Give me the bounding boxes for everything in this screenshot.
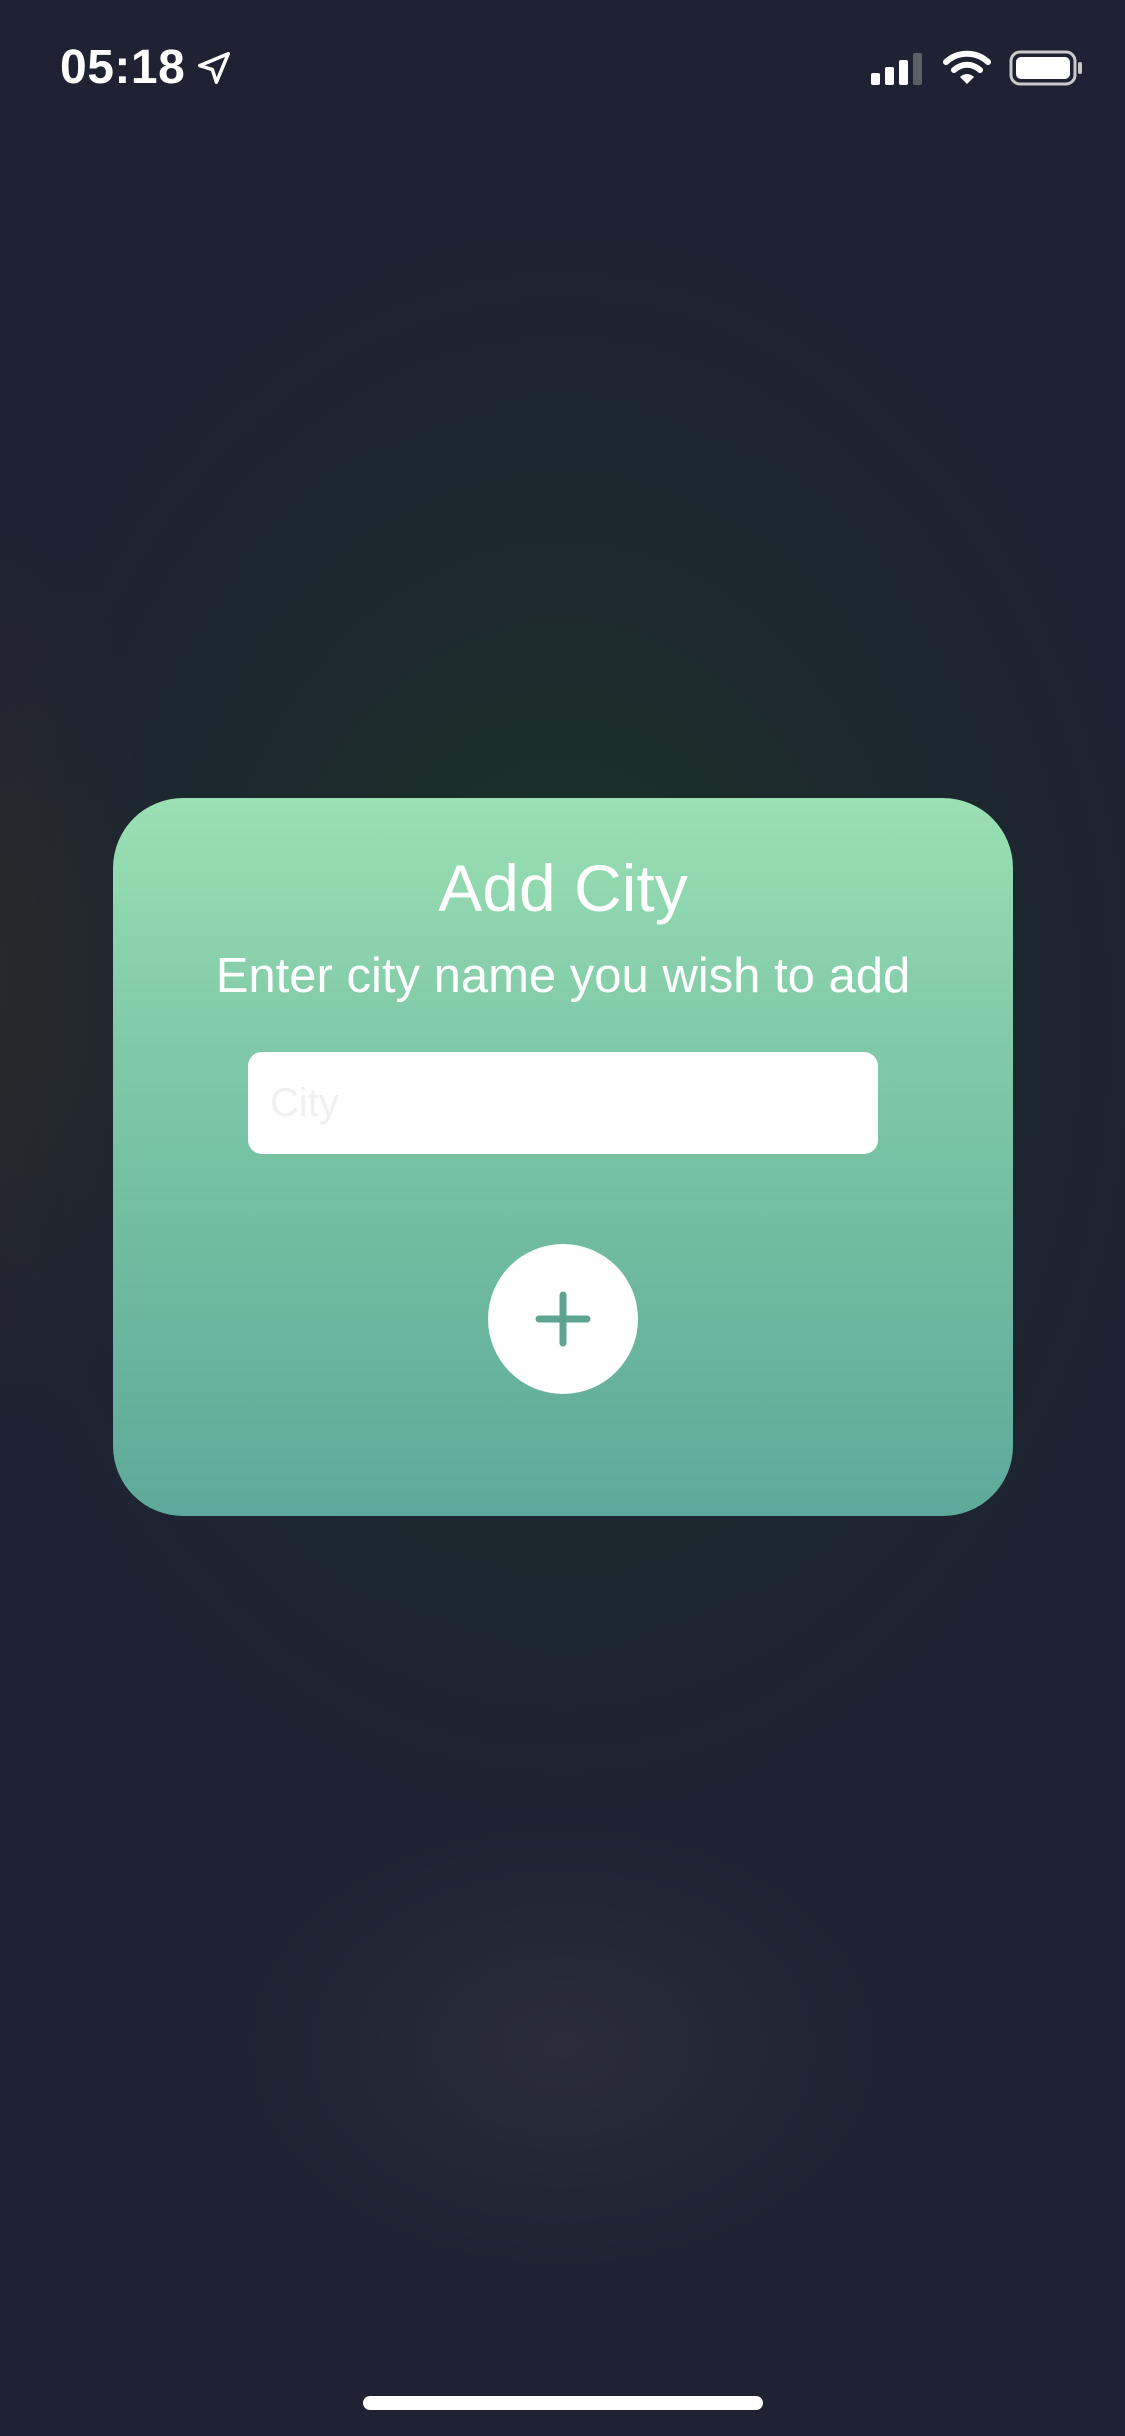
add-city-card: Add City Enter city name you wish to add	[113, 798, 1013, 1516]
add-city-button[interactable]	[488, 1244, 638, 1394]
home-indicator[interactable]	[363, 2396, 763, 2410]
battery-icon	[1009, 50, 1082, 86]
cellular-signal-icon	[871, 53, 922, 85]
card-subtitle: Enter city name you wish to add	[215, 949, 911, 1003]
status-bar: 05:18	[0, 0, 1125, 140]
city-input[interactable]	[248, 1052, 878, 1154]
wifi-icon	[943, 50, 991, 84]
status-icons	[871, 50, 1085, 86]
status-time: 05:18	[60, 41, 186, 94]
plus-icon	[535, 1291, 591, 1347]
status-time-group: 05:18	[60, 40, 233, 95]
location-arrow-icon	[198, 51, 231, 84]
card-title: Add City	[438, 851, 688, 925]
